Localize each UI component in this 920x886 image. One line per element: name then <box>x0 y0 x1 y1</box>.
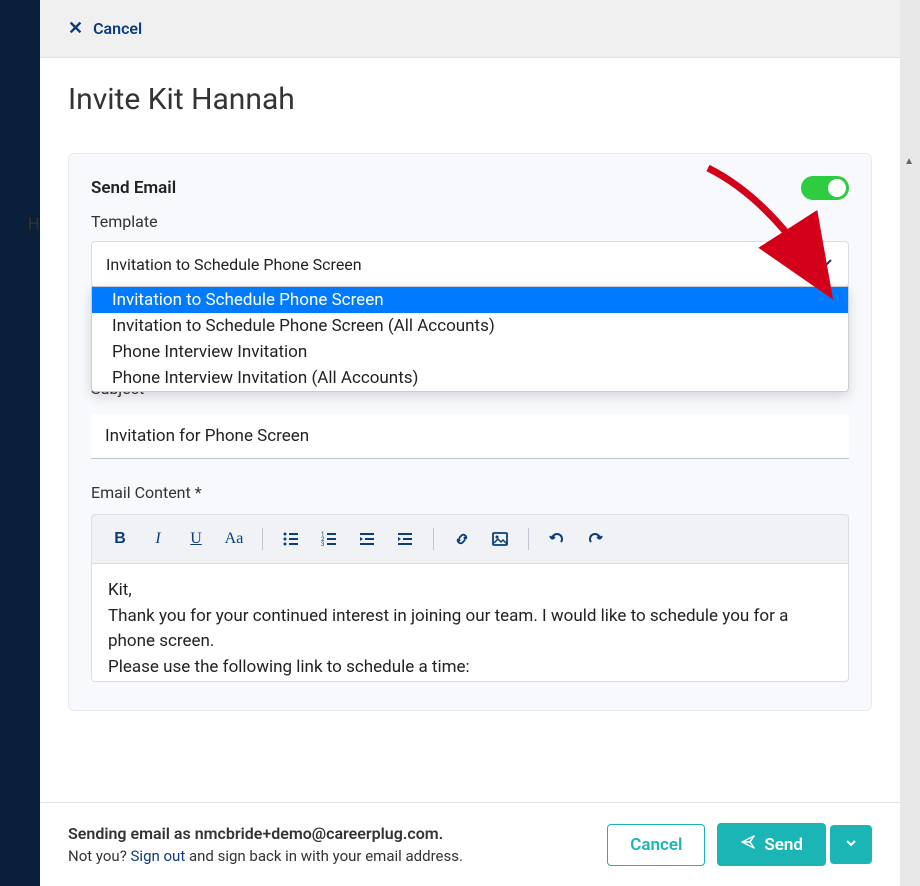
footer-right: Cancel Send <box>607 823 872 866</box>
svg-text:3: 3 <box>321 541 324 548</box>
image-button[interactable] <box>484 525 516 553</box>
send-email-toggle[interactable] <box>801 176 849 200</box>
fontsize-button[interactable]: Aa <box>218 525 250 553</box>
send-email-row: Send Email <box>91 176 849 200</box>
dropdown-option[interactable]: Phone Interview Invitation <box>92 339 848 365</box>
background-dark-strip <box>0 0 40 886</box>
link-button[interactable] <box>446 525 478 553</box>
email-content-label: Email Content * <box>91 483 849 502</box>
outdent-button[interactable] <box>351 525 383 553</box>
sending-email: nmcbride+demo@careerplug.com <box>195 824 439 843</box>
close-icon: ✕ <box>68 18 83 39</box>
not-you-text: Not you? Sign out and sign back in with … <box>68 847 463 865</box>
footer-left: Sending email as nmcbride+demo@careerplu… <box>68 824 463 865</box>
template-label: Template <box>91 212 849 231</box>
redo-button[interactable] <box>579 525 611 553</box>
send-email-label: Send Email <box>91 178 176 198</box>
sign-out-link[interactable]: Sign out <box>131 847 186 865</box>
not-you-suffix: and sign back in with your email address… <box>185 847 463 865</box>
indent-button[interactable] <box>389 525 421 553</box>
undo-button[interactable] <box>541 525 573 553</box>
editor-toolbar: B I U Aa 123 <box>91 514 849 564</box>
toolbar-separator <box>528 528 529 550</box>
email-line: [schedule_url] <box>108 680 832 682</box>
invite-modal: ✕ Cancel Invite Kit Hannah Send Email Te… <box>40 0 900 886</box>
toolbar-separator <box>262 528 263 550</box>
toolbar-separator <box>433 528 434 550</box>
email-line: Please use the following link to schedul… <box>108 655 832 681</box>
email-card: Send Email Template Invitation to Schedu… <box>68 153 872 711</box>
email-line: Thank you for your continued interest in… <box>108 604 832 655</box>
bold-button[interactable]: B <box>104 525 136 553</box>
send-dropdown-button[interactable] <box>830 825 872 864</box>
email-content-editor[interactable]: Kit, Thank you for your continued intere… <box>91 564 849 682</box>
send-button[interactable]: Send <box>717 823 826 866</box>
modal-body: Send Email Template Invitation to Schedu… <box>40 133 900 802</box>
template-select-wrap: Invitation to Schedule Phone Screen Invi… <box>91 241 849 287</box>
sending-prefix: Sending email as <box>68 824 195 843</box>
background-letter: H <box>28 214 39 233</box>
cancel-link[interactable]: ✕ Cancel <box>68 18 142 39</box>
dropdown-option[interactable]: Phone Interview Invitation (All Accounts… <box>92 365 848 391</box>
sending-suffix: . <box>439 824 444 843</box>
send-button-label: Send <box>764 835 803 855</box>
dropdown-option[interactable]: Invitation to Schedule Phone Screen (All… <box>92 313 848 339</box>
template-selected-value: Invitation to Schedule Phone Screen <box>106 255 362 274</box>
toggle-knob <box>828 179 846 197</box>
not-you-prefix: Not you? <box>68 847 131 865</box>
cancel-button[interactable]: Cancel <box>607 824 705 866</box>
page-title: Invite Kit Hannah <box>68 82 872 117</box>
sending-as-text: Sending email as nmcbride+demo@careerplu… <box>68 824 463 843</box>
modal-top-bar: ✕ Cancel <box>40 0 900 58</box>
template-dropdown: Invitation to Schedule Phone Screen Invi… <box>91 286 849 392</box>
numbered-list-button[interactable]: 123 <box>313 525 345 553</box>
underline-button[interactable]: U <box>180 525 212 553</box>
modal-header: Invite Kit Hannah <box>40 58 900 133</box>
scroll-up-arrow-icon[interactable]: ▲ <box>904 156 914 167</box>
subject-input[interactable] <box>91 414 849 459</box>
template-select[interactable]: Invitation to Schedule Phone Screen <box>91 241 849 287</box>
cancel-link-label: Cancel <box>93 19 142 38</box>
bullet-list-button[interactable] <box>275 525 307 553</box>
email-greeting: Kit, <box>108 578 832 604</box>
italic-button[interactable]: I <box>142 525 174 553</box>
send-icon <box>740 834 756 855</box>
chevron-down-icon <box>818 254 834 274</box>
modal-footer: Sending email as nmcbride+demo@careerplu… <box>40 802 900 886</box>
dropdown-option[interactable]: Invitation to Schedule Phone Screen <box>92 287 848 313</box>
